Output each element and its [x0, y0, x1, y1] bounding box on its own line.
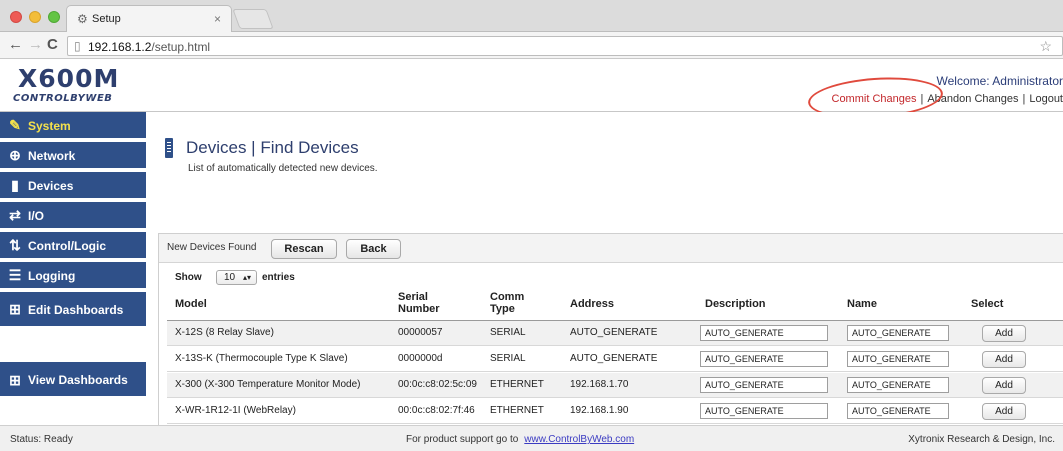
- browser-tab[interactable]: ⚙ Setup ×: [66, 5, 232, 33]
- column-header-description[interactable]: Description: [705, 298, 766, 310]
- device-icon: [165, 138, 173, 158]
- reload-icon[interactable]: C: [47, 36, 58, 53]
- cell-address: AUTO_GENERATE: [570, 327, 658, 338]
- table-row: X-12S (8 Relay Slave) 00000057 SERIAL AU…: [167, 321, 1063, 346]
- sidebar-item-io[interactable]: ⇄ I/O: [0, 202, 146, 230]
- table-row: X-13S-K (Thermocouple Type K Slave) 0000…: [167, 347, 1063, 372]
- panel-label: New Devices Found: [167, 242, 257, 253]
- browser-nav-bar: ← → C ▯ 192.168.1.2/setup.html ☆: [0, 32, 1063, 59]
- add-button[interactable]: Add: [982, 351, 1026, 368]
- page-subtitle: List of automatically detected new devic…: [188, 163, 378, 174]
- name-input[interactable]: AUTO_GENERATE: [847, 325, 949, 341]
- wrench-icon: ✎: [9, 117, 21, 133]
- cell-serial: 0000000d: [398, 353, 443, 364]
- window-close-button[interactable]: [10, 11, 22, 23]
- control-logic-icon: ⇅: [9, 237, 21, 253]
- description-input[interactable]: AUTO_GENERATE: [700, 351, 828, 367]
- cell-address: 192.168.1.70: [570, 379, 629, 390]
- dashboard-icon: ⊞: [9, 372, 21, 388]
- io-arrows-icon: ⇄: [9, 207, 21, 223]
- header-links: Commit Changes | Abandon Changes | Logout: [831, 93, 1063, 105]
- sidebar-item-network[interactable]: ⊕ Network: [0, 142, 146, 170]
- column-header-name[interactable]: Name: [847, 298, 877, 310]
- logo-subtitle: CONTROLBYWEB: [13, 93, 113, 104]
- name-input[interactable]: AUTO_GENERATE: [847, 377, 949, 393]
- description-input[interactable]: AUTO_GENERATE: [700, 377, 828, 393]
- bookmark-star-icon[interactable]: ☆: [1039, 38, 1052, 55]
- cell-serial: 00:0c:c8:02:7f:46: [398, 405, 475, 416]
- devices-panel: New Devices Found Rescan Back Show 10 ▴▾ …: [158, 233, 1063, 425]
- welcome-text: Welcome: Administrator: [936, 74, 1063, 88]
- cell-comm: ETHERNET: [490, 405, 544, 416]
- dashboard-icon: ⊞: [9, 301, 21, 317]
- column-header-comm[interactable]: Comm Type: [490, 291, 540, 315]
- sidebar-item-edit-dashboards[interactable]: ⊞ Edit Dashboards: [0, 292, 146, 328]
- sidebar-item-view-dashboards[interactable]: ⊞ View Dashboards: [0, 362, 146, 398]
- cell-model: X-13S-K (Thermocouple Type K Slave): [175, 353, 348, 364]
- show-label: Show: [175, 272, 202, 283]
- back-arrow-icon[interactable]: ←: [8, 36, 23, 53]
- description-input[interactable]: AUTO_GENERATE: [700, 325, 828, 341]
- column-header-model[interactable]: Model: [175, 298, 207, 310]
- rescan-button[interactable]: Rescan: [271, 239, 337, 259]
- main-content: Devices | Find Devices List of automatic…: [146, 112, 1063, 425]
- forward-arrow-icon[interactable]: →: [28, 36, 43, 53]
- logo: X600M: [18, 64, 120, 93]
- column-header-serial[interactable]: Serial Number: [398, 291, 458, 315]
- tab-close-icon[interactable]: ×: [214, 12, 221, 26]
- cell-serial: 00:0c:c8:02:5c:09: [398, 379, 477, 390]
- cell-address: AUTO_GENERATE: [570, 353, 658, 364]
- globe-icon: ⊕: [9, 147, 21, 163]
- support-link[interactable]: www.ControlByWeb.com: [524, 434, 634, 445]
- cell-model: X-WR-1R12-1I (WebRelay): [175, 405, 296, 416]
- app-header: X600M CONTROLBYWEB Welcome: Administrato…: [0, 60, 1063, 112]
- description-input[interactable]: AUTO_GENERATE: [700, 403, 828, 419]
- entries-label: entries: [262, 272, 295, 283]
- logout-link[interactable]: Logout: [1029, 93, 1063, 105]
- tab-title: Setup: [92, 13, 121, 25]
- cell-address: 192.168.1.90: [570, 405, 629, 416]
- commit-changes-link[interactable]: Commit Changes: [832, 93, 917, 105]
- select-arrows-icon: ▴▾: [242, 273, 251, 282]
- table-row: X-WR-1R12-1I (WebRelay) 00:0c:c8:02:7f:4…: [167, 399, 1063, 424]
- back-button[interactable]: Back: [346, 239, 401, 259]
- cell-serial: 00000057: [398, 327, 443, 338]
- company-text: Xytronix Research & Design, Inc.: [908, 434, 1055, 445]
- new-tab-button[interactable]: [232, 9, 274, 29]
- cell-comm: ETHERNET: [490, 379, 544, 390]
- table-row: X-300 (X-300 Temperature Monitor Mode) 0…: [167, 373, 1063, 398]
- cell-model: X-12S (8 Relay Slave): [175, 327, 274, 338]
- browser-tab-bar: ⚙ Setup ×: [0, 0, 1063, 33]
- entries-select[interactable]: 10 ▴▾: [216, 270, 257, 285]
- sidebar: ✎ System ⊕ Network ▮ Devices ⇄ I/O ⇅ Con…: [0, 112, 146, 425]
- name-input[interactable]: AUTO_GENERATE: [847, 403, 949, 419]
- window-maximize-button[interactable]: [48, 11, 60, 23]
- cell-comm: SERIAL: [490, 327, 526, 338]
- page-title: Devices | Find Devices: [186, 138, 359, 157]
- add-button[interactable]: Add: [982, 325, 1026, 342]
- page-icon: ▯: [74, 39, 81, 53]
- name-input[interactable]: AUTO_GENERATE: [847, 351, 949, 367]
- sidebar-item-devices[interactable]: ▮ Devices: [0, 172, 146, 200]
- add-button[interactable]: Add: [982, 377, 1026, 394]
- favicon-icon: ⚙: [77, 12, 88, 26]
- sidebar-item-control-logic[interactable]: ⇅ Control/Logic: [0, 232, 146, 260]
- status-bar: Status: Ready For product support go to w…: [0, 425, 1063, 451]
- cell-model: X-300 (X-300 Temperature Monitor Mode): [175, 379, 361, 390]
- column-header-select[interactable]: Select: [971, 298, 1003, 310]
- address-bar[interactable]: ▯ 192.168.1.2/setup.html ☆: [67, 36, 1063, 56]
- logging-icon: ☰: [8, 267, 22, 283]
- add-button[interactable]: Add: [982, 403, 1026, 420]
- status-text: Status: Ready: [10, 434, 73, 445]
- sidebar-item-system[interactable]: ✎ System: [0, 112, 146, 140]
- url-text: 192.168.1.2/setup.html: [88, 40, 211, 54]
- support-text: For product support go to www.ControlByWe…: [406, 434, 635, 445]
- panel-header: New Devices Found Rescan Back: [159, 234, 1063, 263]
- device-icon: ▮: [11, 177, 19, 193]
- abandon-changes-link[interactable]: Abandon Changes: [927, 93, 1018, 105]
- sidebar-item-logging[interactable]: ☰ Logging: [0, 262, 146, 290]
- column-header-address[interactable]: Address: [570, 298, 614, 310]
- window-minimize-button[interactable]: [29, 11, 41, 23]
- cell-comm: SERIAL: [490, 353, 526, 364]
